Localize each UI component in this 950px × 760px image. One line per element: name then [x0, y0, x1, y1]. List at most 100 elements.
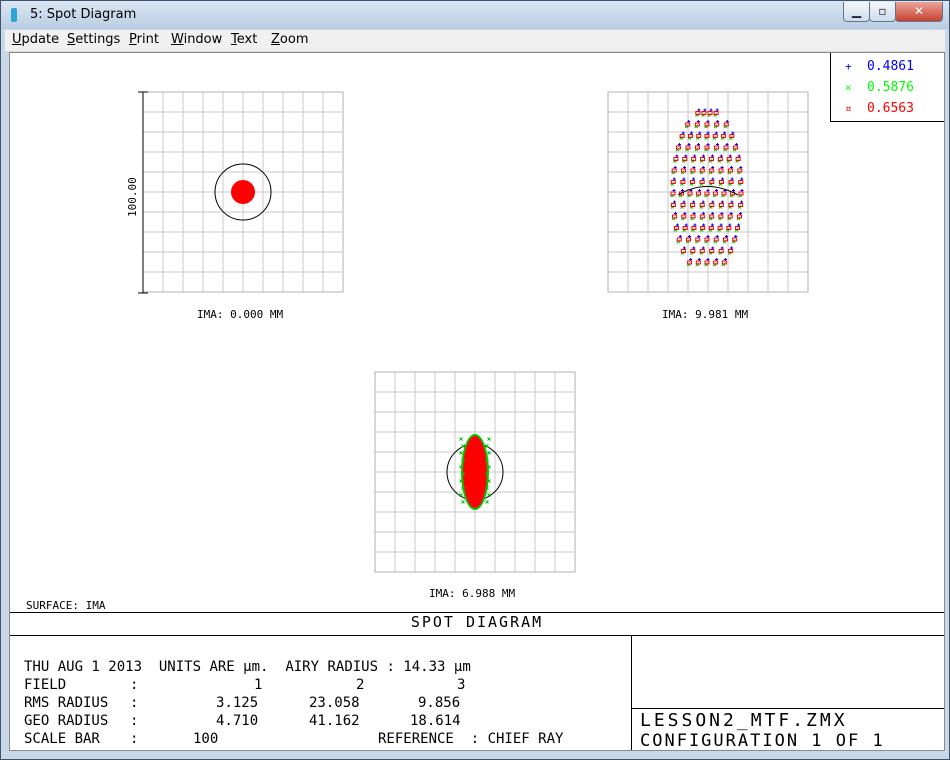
window-title: 5: Spot Diagram — [30, 7, 137, 22]
maximize-icon: ▫ — [878, 4, 887, 18]
panel-title-border — [10, 635, 944, 636]
field-value-1: 1 — [254, 677, 263, 693]
minimize-button[interactable]: ▁ — [843, 2, 870, 22]
legend-wavelength: 0.6563 — [867, 101, 914, 116]
menu-zoom[interactable]: Zoom — [271, 32, 308, 47]
title-bar[interactable]: 5: Spot Diagram ▁ ▫ ✕ — [1, 1, 949, 29]
ray-point-red — [709, 180, 715, 184]
ray-point-red — [718, 249, 724, 253]
ray-point-red — [727, 214, 733, 219]
ray-point-red — [671, 168, 677, 173]
minimize-icon: ▁ — [851, 4, 862, 18]
ray-point-red — [709, 214, 715, 219]
ray-point-red — [694, 122, 700, 127]
reference-text: REFERENCE : CHIEF RAY — [378, 731, 564, 747]
ray-point-red — [680, 203, 686, 207]
ray-point-red — [686, 237, 692, 242]
geo-value-1: 4.710 — [216, 713, 259, 729]
ray-point-red — [696, 134, 702, 138]
units-text: UNITS ARE µm. — [158, 659, 269, 675]
legend-marker: + — [845, 60, 852, 73]
field-value-2: 2 — [356, 677, 365, 693]
ray-point-red — [690, 180, 696, 184]
ray-point-red — [713, 260, 719, 265]
ray-point-red — [673, 226, 679, 230]
ray-point-red — [728, 180, 734, 184]
legend-marker: × — [845, 81, 852, 94]
ray-point-red — [712, 191, 718, 196]
legend-entry-2: × 0.5876 — [845, 80, 914, 95]
ray-point-red — [690, 249, 696, 253]
ray-point-red — [673, 157, 679, 161]
menu-settings[interactable]: Settings — [67, 32, 120, 47]
geo-radius-label: GEO RADIUS — [24, 713, 109, 729]
ray-point-red — [680, 249, 686, 253]
configuration-text: CONFIGURATION 1 OF 1 — [640, 731, 885, 751]
ray-point-red — [699, 203, 705, 207]
ray-point-red — [709, 168, 715, 173]
rms-value-1: 3.125 — [216, 695, 259, 711]
ray-point-red — [681, 214, 687, 219]
plot-area: +0.4861 × 0.5876 ¤ 0.6563 100.00 IMA: 0.00… — [9, 52, 945, 751]
geo-colon: : — [130, 713, 139, 729]
ray-point-red — [723, 145, 729, 150]
scale-bar-row-label: SCALE BAR — [24, 731, 100, 747]
ray-point-green — [459, 437, 463, 441]
ray-point-red — [718, 168, 724, 173]
scale-bar-label: 100.00 — [126, 177, 139, 217]
legend-marker: ¤ — [845, 102, 852, 115]
spot-3-ray-cluster — [463, 436, 487, 508]
maximize-button[interactable]: ▫ — [869, 2, 896, 22]
ray-point-red — [699, 168, 705, 173]
ray-point-red — [738, 180, 744, 184]
ray-point-red — [687, 191, 693, 196]
ray-point-red — [700, 157, 706, 161]
ray-point-red — [708, 157, 714, 161]
ray-point-red — [738, 203, 744, 207]
menu-window[interactable]: Window — [171, 32, 222, 47]
ray-point-red — [721, 260, 727, 265]
ray-point-green — [487, 437, 491, 441]
legend-wavelength: 0.5876 — [867, 80, 914, 95]
ray-point-red — [680, 180, 686, 184]
close-button[interactable]: ✕ — [895, 2, 943, 22]
ray-point-red — [728, 249, 734, 253]
ray-point-red — [676, 237, 682, 242]
ray-point-red — [728, 203, 734, 207]
ray-point-red — [717, 226, 723, 230]
spot-2-label: IMA: 9.981 MM — [662, 308, 749, 321]
ray-point-red — [733, 145, 739, 150]
lens-file-name: LESSON2_MTF.ZMX — [640, 710, 848, 731]
menu-update[interactable]: Update — [12, 32, 59, 47]
ray-point-red — [701, 111, 707, 115]
date-text: THU AUG 1 2013 — [24, 659, 143, 675]
panel-lens-border — [631, 708, 944, 709]
ray-point-red — [690, 168, 696, 173]
ray-point-red — [700, 226, 706, 230]
ray-point-red — [699, 214, 705, 219]
geo-value-3: 18.614 — [410, 713, 461, 729]
menu-text[interactable]: Text — [231, 32, 257, 47]
ray-point-red — [737, 168, 743, 173]
ray-point-red — [718, 203, 724, 207]
rms-value-3: 9.856 — [418, 695, 461, 711]
rms-colon: : — [130, 695, 139, 711]
ray-point-red — [699, 249, 705, 253]
spot-diagram-window: 5: Spot Diagram ▁ ▫ ✕ Update Settings Pr… — [0, 0, 950, 760]
ray-point-red — [695, 111, 701, 115]
ray-point-red — [709, 249, 715, 253]
ray-point-red — [695, 237, 701, 242]
ray-point-red — [691, 157, 697, 161]
field-value-3: 3 — [457, 677, 466, 693]
field-colon: : — [130, 677, 139, 693]
scale-bar-value: 100 — [193, 731, 219, 747]
ray-point-red — [707, 111, 713, 115]
ray-point-red — [714, 122, 720, 127]
menu-print[interactable]: Print — [129, 32, 159, 47]
ray-point-red — [695, 260, 701, 265]
ray-point-red — [721, 134, 727, 138]
ray-point-red — [735, 157, 741, 161]
ray-point-red — [682, 157, 688, 161]
ray-point-red — [687, 134, 693, 138]
ray-point-red — [675, 145, 681, 150]
